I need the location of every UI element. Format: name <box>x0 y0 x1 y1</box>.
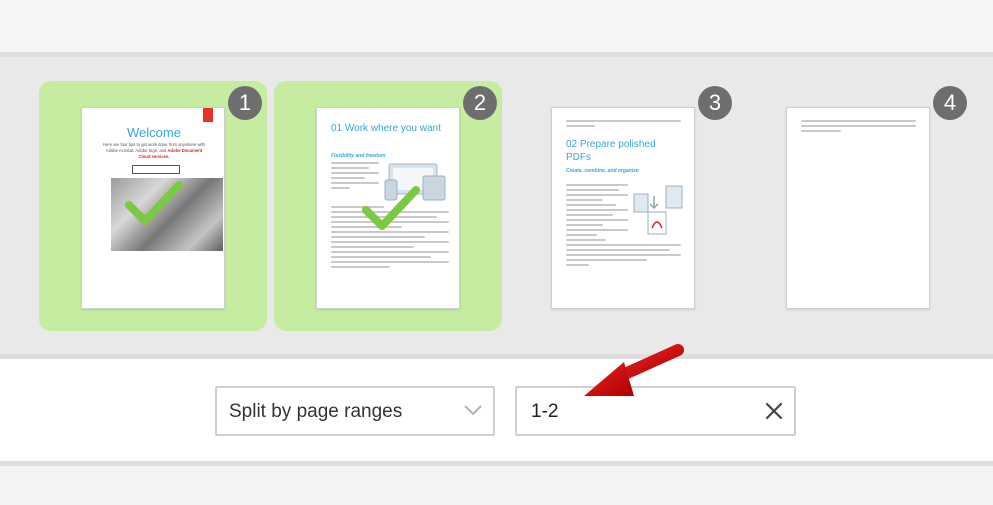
body-text-lines <box>566 244 681 269</box>
form-field <box>132 165 180 174</box>
page-title: Welcome <box>127 125 181 140</box>
page-card-4[interactable]: 4 <box>744 81 972 331</box>
body-text-lines <box>801 120 916 135</box>
body-text-lines <box>566 120 681 130</box>
heading-number: 02 <box>566 139 578 150</box>
page-card-1[interactable]: Welcome Here are four tips to get work d… <box>39 81 267 331</box>
page-card-3[interactable]: 02 Prepare polished PDFs Create, combine… <box>509 81 737 331</box>
page-subheading: Flexibility and freedom <box>331 153 386 159</box>
page-intro: Here are four tips to get work done from… <box>100 142 208 160</box>
split-mode-value: Split by page ranges <box>229 401 403 422</box>
heading-number: 01 <box>331 123 343 134</box>
page-number-badge: 3 <box>698 86 732 120</box>
page-number-badge: 4 <box>933 86 967 120</box>
page-card-2[interactable]: 01 Work where you want Flexibility and f… <box>274 81 502 331</box>
heading-text: Work where you want <box>344 123 441 134</box>
top-band <box>0 0 993 52</box>
page-heading: 02 Prepare polished PDFs <box>566 138 676 164</box>
red-arrow-icon <box>584 344 684 396</box>
close-icon[interactable] <box>764 401 784 421</box>
page-thumbnail: 02 Prepare polished PDFs Create, combine… <box>551 107 695 309</box>
split-mode-dropdown[interactable]: Split by page ranges <box>215 386 495 436</box>
split-controls: Split by page ranges 1-2 <box>0 359 993 461</box>
page-number-badge: 1 <box>228 86 262 120</box>
pdf-files-illustration-icon <box>633 185 683 235</box>
adobe-logo-icon <box>203 108 213 122</box>
checkmark-icon <box>362 186 420 230</box>
page-thumbnail-grid: Welcome Here are four tips to get work d… <box>0 57 993 354</box>
page-number-badge: 2 <box>463 86 497 120</box>
page-range-value[interactable]: 1-2 <box>531 401 558 423</box>
page-subheading: Create, combine, and organize <box>566 168 639 174</box>
checkmark-icon <box>125 181 183 225</box>
heading-text: Prepare polished PDFs <box>566 139 656 163</box>
body-text-lines <box>566 184 628 244</box>
page-thumbnail <box>786 107 930 309</box>
page-heading: 01 Work where you want <box>331 122 446 135</box>
bottom-band <box>0 466 993 505</box>
chevron-down-icon[interactable] <box>463 400 483 420</box>
